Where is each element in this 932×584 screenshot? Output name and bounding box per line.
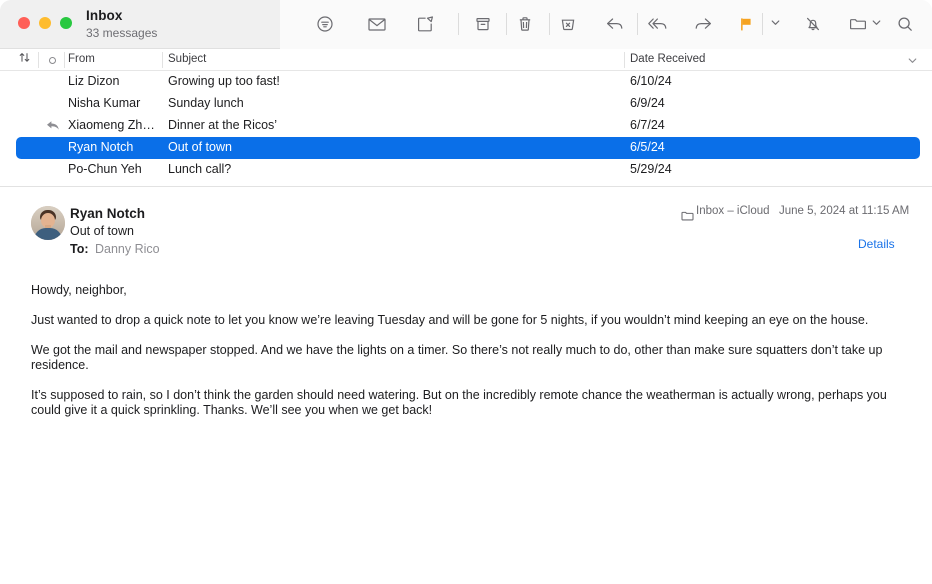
- filter-icon: [316, 15, 334, 33]
- filter-button[interactable]: [308, 8, 342, 40]
- forward-button[interactable]: [686, 8, 720, 40]
- mute-icon: [804, 15, 822, 33]
- reply-icon: [605, 15, 625, 33]
- zoom-button[interactable]: [60, 17, 72, 29]
- move-folder-icon: [848, 15, 868, 33]
- archive-button[interactable]: [466, 8, 500, 40]
- reply-all-button[interactable]: [641, 8, 675, 40]
- unread-dot-icon: [48, 56, 56, 64]
- column-header-subject[interactable]: Subject: [168, 53, 206, 65]
- row-subject: Dinner at the Ricos’: [168, 118, 278, 132]
- flag-dropdown-chevron-icon: [770, 15, 781, 33]
- column-divider: [64, 52, 65, 68]
- message-count: 33 messages: [86, 26, 158, 40]
- row-subject: Out of town: [168, 140, 232, 154]
- table-row[interactable]: Po-Chun Yeh Lunch call? 5/29/24: [0, 159, 932, 181]
- row-date: 6/7/24: [630, 118, 665, 132]
- page-title: Inbox: [86, 8, 123, 23]
- toolbar-separator: [458, 13, 459, 35]
- mail-window: Inbox 33 messages From Subject Date Rece…: [0, 0, 932, 584]
- toolbar-separator: [762, 13, 763, 35]
- toolbar-separator: [506, 13, 507, 35]
- row-date: 6/10/24: [630, 74, 672, 88]
- column-header-date-received[interactable]: Date Received: [630, 53, 705, 65]
- toolbar-separator: [549, 13, 550, 35]
- flag-dropdown-button[interactable]: [765, 8, 785, 40]
- archive-icon: [474, 15, 492, 33]
- mailbox-label: Inbox – iCloud: [696, 205, 770, 217]
- flag-icon: [737, 15, 755, 33]
- compose-button[interactable]: [408, 8, 442, 40]
- column-divider: [38, 52, 39, 68]
- compose-icon: [416, 15, 434, 33]
- message-list-column-header: From Subject Date Received: [0, 49, 932, 71]
- mark-unread-icon: [367, 15, 387, 33]
- row-date: 6/5/24: [630, 140, 665, 154]
- forward-icon: [693, 15, 713, 33]
- sender-name: Ryan Notch: [70, 206, 146, 221]
- message-body: Howdy, neighbor, Just wanted to drop a q…: [31, 283, 899, 418]
- reply-all-icon: [647, 15, 669, 33]
- table-row-selected[interactable]: Ryan Notch Out of town 6/5/24: [0, 137, 932, 159]
- row-date: 5/29/24: [630, 162, 672, 176]
- flag-button[interactable]: [729, 8, 763, 40]
- recipient-value[interactable]: Danny Rico: [95, 242, 160, 256]
- row-subject: Growing up too fast!: [168, 74, 280, 88]
- avatar: [31, 206, 65, 240]
- body-paragraph: Just wanted to drop a quick note to let …: [31, 313, 869, 327]
- row-from: Xiaomeng Zh…: [68, 118, 155, 132]
- body-paragraph: We got the mail and newspaper stopped. A…: [31, 343, 883, 372]
- column-header-from[interactable]: From: [68, 53, 95, 65]
- junk-icon: [559, 15, 577, 33]
- row-from: Po-Chun Yeh: [68, 162, 142, 176]
- unread-column-header[interactable]: [45, 53, 59, 67]
- reply-button[interactable]: [598, 8, 632, 40]
- table-row[interactable]: Nisha Kumar Sunday lunch 6/9/24: [0, 93, 932, 115]
- delete-button[interactable]: [508, 8, 542, 40]
- table-row[interactable]: Xiaomeng Zh… Dinner at the Ricos’ 6/7/24: [0, 115, 932, 137]
- mailbox-folder-icon: [681, 209, 694, 227]
- column-divider: [162, 52, 163, 68]
- row-subject: Lunch call?: [168, 162, 232, 176]
- mute-button[interactable]: [796, 8, 830, 40]
- row-from: Nisha Kumar: [68, 96, 141, 110]
- reading-pane: Ryan Notch Out of town To: Danny Rico In…: [0, 187, 932, 584]
- body-paragraph: Howdy, neighbor,: [31, 283, 127, 297]
- recipient-label: To:: [70, 242, 89, 256]
- row-from: Ryan Notch: [68, 140, 134, 154]
- message-list[interactable]: Liz Dizon Growing up too fast! 6/10/24 N…: [0, 71, 932, 186]
- junk-button[interactable]: [551, 8, 585, 40]
- column-options-button[interactable]: [907, 53, 918, 71]
- sort-order-button[interactable]: [15, 52, 33, 68]
- message-subject: Out of town: [70, 224, 134, 238]
- row-from: Liz Dizon: [68, 74, 120, 88]
- row-subject: Sunday lunch: [168, 96, 244, 110]
- close-button[interactable]: [18, 17, 30, 29]
- body-paragraph: It’s supposed to rain, so I don’t think …: [31, 388, 887, 417]
- sort-arrows-icon: [18, 51, 31, 69]
- trash-icon: [516, 15, 534, 33]
- search-icon: [896, 15, 914, 33]
- replied-arrow-icon: [45, 119, 61, 133]
- toolbar-separator: [637, 13, 638, 35]
- details-link[interactable]: Details: [858, 237, 895, 251]
- message-datetime: June 5, 2024 at 11:15 AM: [779, 205, 910, 217]
- search-button[interactable]: [888, 8, 922, 40]
- titlebar: Inbox 33 messages: [0, 0, 932, 49]
- minimize-button[interactable]: [39, 17, 51, 29]
- chevron-down-icon: [907, 53, 918, 70]
- row-date: 6/9/24: [630, 96, 665, 110]
- column-divider: [624, 52, 625, 68]
- move-folder-chevron-icon: [871, 15, 882, 33]
- move-folder-dropdown-button[interactable]: [866, 8, 886, 40]
- table-row[interactable]: Liz Dizon Growing up too fast! 6/10/24: [0, 71, 932, 93]
- mark-unread-button[interactable]: [360, 8, 394, 40]
